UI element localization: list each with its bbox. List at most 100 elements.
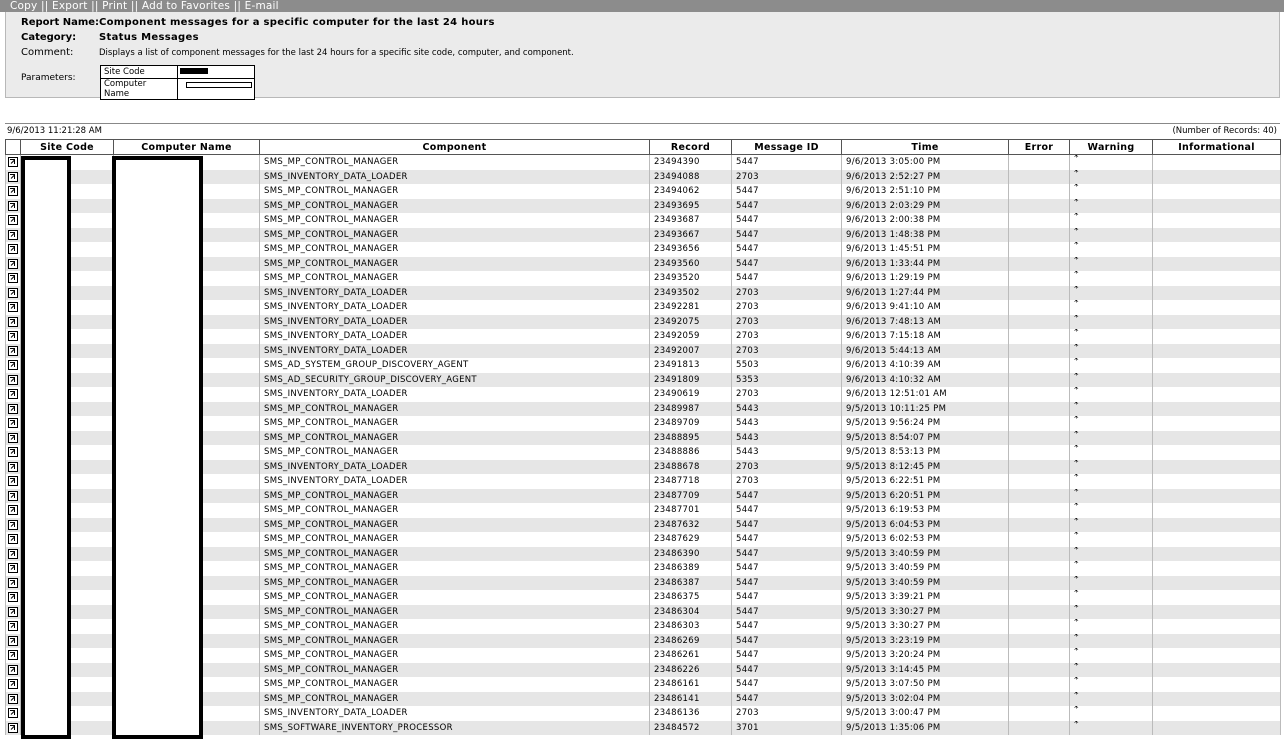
row-link[interactable]	[5, 169, 21, 184]
row-link[interactable]	[5, 401, 21, 416]
row-link[interactable]	[5, 474, 21, 489]
column-header-informational[interactable]: Informational	[1152, 139, 1281, 155]
open-details-icon[interactable]	[8, 360, 18, 370]
column-header-warning[interactable]: Warning	[1069, 139, 1153, 155]
row-link[interactable]	[5, 329, 21, 344]
row-link[interactable]	[5, 227, 21, 242]
row-link[interactable]	[5, 416, 21, 431]
open-details-icon[interactable]	[8, 635, 18, 646]
row-link[interactable]	[5, 575, 21, 590]
component-cell: SMS_MP_CONTROL_MANAGER	[259, 213, 650, 228]
row-link[interactable]	[5, 459, 21, 474]
row-link[interactable]	[5, 271, 21, 286]
row-link[interactable]	[5, 691, 21, 706]
error-cell	[1008, 300, 1070, 315]
add-to-favorites-link[interactable]: Add to Favorites	[142, 0, 230, 12]
error-cell	[1008, 227, 1070, 242]
open-details-icon[interactable]	[8, 273, 18, 283]
open-details-icon[interactable]	[8, 577, 18, 588]
open-details-icon[interactable]	[8, 722, 18, 733]
column-header-computer-name[interactable]: Computer Name	[113, 139, 260, 155]
column-header-record[interactable]: Record	[649, 139, 732, 155]
open-details-icon[interactable]	[8, 621, 18, 631]
open-details-icon[interactable]	[8, 331, 18, 341]
row-link[interactable]	[5, 430, 21, 445]
row-link[interactable]	[5, 256, 21, 271]
row-link[interactable]	[5, 532, 21, 547]
open-details-icon[interactable]	[8, 287, 18, 298]
column-header-site-code[interactable]: Site Code	[20, 139, 114, 155]
row-link[interactable]	[5, 198, 21, 213]
open-details-icon[interactable]	[8, 548, 18, 559]
open-details-icon[interactable]	[8, 650, 18, 660]
row-link[interactable]	[5, 372, 21, 387]
row-link[interactable]	[5, 213, 21, 228]
open-details-icon[interactable]	[8, 664, 18, 675]
open-details-icon[interactable]	[8, 534, 18, 544]
column-header-component[interactable]: Component	[259, 139, 650, 155]
warning-cell: *	[1069, 445, 1153, 460]
open-details-icon[interactable]	[8, 418, 18, 428]
row-link[interactable]	[5, 648, 21, 663]
open-details-icon[interactable]	[8, 447, 18, 457]
open-details-icon[interactable]	[8, 258, 18, 269]
open-details-icon[interactable]	[8, 389, 18, 399]
column-header-time[interactable]: Time	[841, 139, 1009, 155]
open-details-icon[interactable]	[8, 679, 18, 689]
row-link[interactable]	[5, 314, 21, 329]
row-link[interactable]	[5, 677, 21, 692]
row-link[interactable]	[5, 706, 21, 721]
open-details-icon[interactable]	[8, 708, 18, 718]
component-cell: SMS_MP_CONTROL_MANAGER	[259, 256, 650, 271]
open-details-icon[interactable]	[8, 563, 18, 573]
open-details-icon[interactable]	[8, 693, 18, 704]
row-link[interactable]	[5, 503, 21, 518]
open-details-icon[interactable]	[8, 490, 18, 501]
row-link[interactable]	[5, 619, 21, 634]
export-link[interactable]: Export	[52, 0, 88, 12]
open-details-icon[interactable]	[8, 606, 18, 617]
open-details-icon[interactable]	[8, 461, 18, 472]
column-header-error[interactable]: Error	[1008, 139, 1070, 155]
row-link[interactable]	[5, 662, 21, 677]
row-link[interactable]	[5, 300, 21, 315]
open-details-icon[interactable]	[8, 302, 18, 312]
row-link[interactable]	[5, 358, 21, 373]
print-link[interactable]: Print	[102, 0, 127, 12]
open-details-icon[interactable]	[8, 519, 18, 530]
open-details-icon[interactable]	[8, 316, 18, 327]
open-details-icon[interactable]	[8, 229, 18, 240]
row-link[interactable]	[5, 590, 21, 605]
open-details-icon[interactable]	[8, 157, 18, 167]
record-cell: 23486161	[649, 677, 732, 692]
open-details-icon[interactable]	[8, 476, 18, 486]
open-details-icon[interactable]	[8, 186, 18, 196]
row-link[interactable]	[5, 285, 21, 300]
open-details-icon[interactable]	[8, 374, 18, 385]
open-details-icon[interactable]	[8, 171, 18, 182]
open-details-icon[interactable]	[8, 345, 18, 356]
open-details-icon[interactable]	[8, 432, 18, 443]
row-link[interactable]	[5, 517, 21, 532]
open-details-icon[interactable]	[8, 244, 18, 254]
open-details-icon[interactable]	[8, 592, 18, 602]
open-details-icon[interactable]	[8, 505, 18, 515]
open-details-icon[interactable]	[8, 403, 18, 414]
row-link[interactable]	[5, 546, 21, 561]
row-link[interactable]	[5, 561, 21, 576]
row-link[interactable]	[5, 633, 21, 648]
row-link[interactable]	[5, 387, 21, 402]
row-link[interactable]	[5, 604, 21, 619]
row-link[interactable]	[5, 720, 21, 735]
row-link[interactable]	[5, 242, 21, 257]
row-link[interactable]	[5, 343, 21, 358]
copy-link[interactable]: Copy	[10, 0, 37, 12]
row-link[interactable]	[5, 445, 21, 460]
row-link[interactable]	[5, 184, 21, 199]
column-header-message-id[interactable]: Message ID	[731, 139, 842, 155]
row-link[interactable]	[5, 488, 21, 503]
open-details-icon[interactable]	[8, 200, 18, 211]
row-link[interactable]	[5, 154, 21, 170]
email-link[interactable]: E-mail	[245, 0, 279, 12]
open-details-icon[interactable]	[8, 215, 18, 225]
